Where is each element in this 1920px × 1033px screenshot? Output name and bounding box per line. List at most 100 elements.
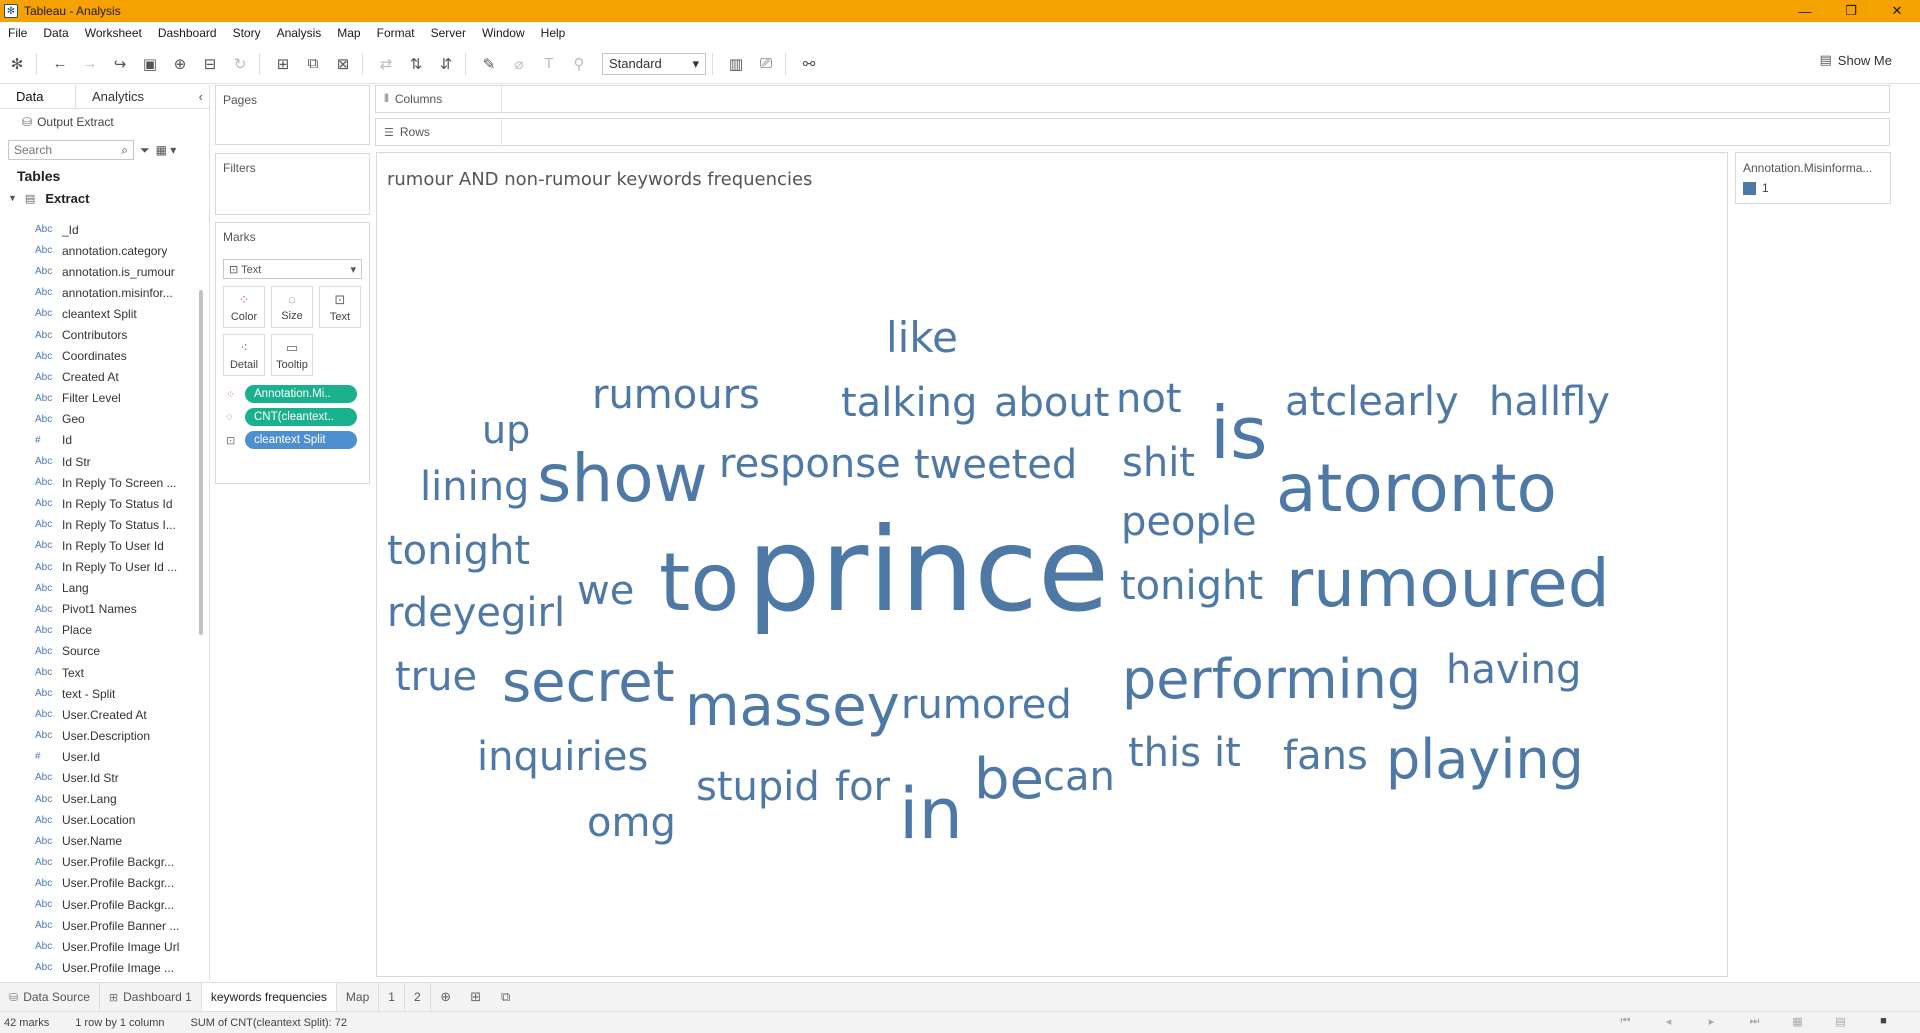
field-item[interactable]: Abc cleantext Split <box>0 303 198 324</box>
close-icon[interactable]: ✕ <box>1874 0 1920 22</box>
tab-dashboard-1[interactable]: ⊞ Dashboard 1 <box>100 982 202 1012</box>
field-item[interactable]: Abc User.Created At <box>0 704 198 725</box>
filter-icon[interactable]: ⏷ <box>140 143 150 158</box>
field-item[interactable]: Abc Id Str <box>0 451 198 472</box>
cloud-word[interactable]: people <box>1121 502 1257 542</box>
new-datasource-icon[interactable]: ⊕ <box>167 51 193 77</box>
field-item[interactable]: Abc In Reply To Status Id <box>0 493 198 514</box>
field-item[interactable]: Abc In Reply To Status I... <box>0 514 198 535</box>
cloud-word[interactable]: it <box>1214 733 1241 773</box>
detail-button[interactable]: ⁖ Detail <box>223 334 265 376</box>
presentation-mode-icon[interactable]: ⎚ <box>753 51 779 77</box>
field-item[interactable]: Abc User.Name <box>0 831 198 852</box>
collapse-pane-icon[interactable]: ‹ <box>199 89 203 104</box>
tab-sheet-2[interactable]: 2 <box>405 982 431 1012</box>
field-item[interactable]: Abc Source <box>0 641 198 662</box>
first-page-icon[interactable]: ⏮ <box>1617 1015 1634 1028</box>
field-item[interactable]: # User.Id <box>0 746 198 767</box>
field-item[interactable]: # Id <box>0 430 198 451</box>
group-members-icon[interactable]: ⌀ <box>506 51 532 77</box>
cloud-word[interactable]: atoronto <box>1276 456 1557 522</box>
prev-page-icon[interactable]: ◂ <box>1660 1015 1677 1028</box>
pages-card[interactable]: Pages <box>215 85 370 145</box>
cloud-word[interactable]: we <box>577 571 634 611</box>
cloud-word[interactable]: for <box>835 767 890 807</box>
sort-ascending-icon[interactable]: ⇅ <box>403 51 429 77</box>
cloud-word[interactable]: tonight <box>387 531 530 571</box>
last-page-icon[interactable]: ⏭ <box>1746 1015 1763 1028</box>
menu-worksheet[interactable]: Worksheet <box>77 26 150 40</box>
mark-type-select[interactable]: ⊡ Text ▾ <box>223 259 362 279</box>
show-me-button[interactable]: ▤ Show Me <box>1820 52 1893 68</box>
color-legend[interactable]: Annotation.Misinforma... 1 <box>1735 152 1891 204</box>
tooltip-button[interactable]: ▭ Tooltip <box>271 334 313 376</box>
new-dashboard-icon[interactable]: ⊞ <box>461 983 491 1012</box>
field-item[interactable]: Abc Contributors <box>0 324 198 345</box>
field-item[interactable]: Abc User.Lang <box>0 789 198 810</box>
cloud-word[interactable]: massey <box>685 679 900 735</box>
field-item[interactable]: Abc User.Description <box>0 725 198 746</box>
cloud-word[interactable]: tweeted <box>914 445 1077 485</box>
cloud-word[interactable]: up <box>482 411 530 449</box>
pause-updates-icon[interactable]: ⊟ <box>197 51 223 77</box>
field-item[interactable]: Abc In Reply To Screen ... <box>0 472 198 493</box>
cloud-word[interactable]: lining <box>420 467 529 507</box>
cloud-word[interactable]: be <box>974 752 1044 808</box>
cloud-word[interactable]: omg <box>587 803 676 843</box>
menu-dashboard[interactable]: Dashboard <box>150 26 225 40</box>
field-item[interactable]: Abc Coordinates <box>0 346 198 367</box>
columns-shelf[interactable]: ⦀ Columns <box>375 85 1890 113</box>
field-item[interactable]: Abc annotation.category <box>0 240 198 261</box>
search-input[interactable] <box>14 143 114 157</box>
field-item[interactable]: Abc annotation.misinfor... <box>0 282 198 303</box>
show-cards-icon[interactable]: ▥ <box>723 51 749 77</box>
field-item[interactable]: Abc User.Profile Backgr... <box>0 894 198 915</box>
cloud-word[interactable]: response <box>719 444 901 484</box>
menu-file[interactable]: File <box>0 26 35 40</box>
cloud-word[interactable]: rumoured <box>1286 551 1610 617</box>
tab-sheet-1[interactable]: 1 <box>379 982 405 1012</box>
minimize-icon[interactable]: — <box>1782 0 1828 22</box>
cloud-word[interactable]: performing <box>1122 653 1421 707</box>
menu-data[interactable]: Data <box>35 26 76 40</box>
sort-descending-icon[interactable]: ⇵ <box>433 51 459 77</box>
color-button[interactable]: ⁘ Color <box>223 286 265 328</box>
share-icon[interactable]: ⚯ <box>796 51 822 77</box>
cloud-word[interactable]: this <box>1128 733 1201 773</box>
cloud-word[interactable]: like <box>886 317 958 359</box>
filters-card[interactable]: Filters <box>215 153 370 215</box>
cloud-word[interactable]: tonight <box>1120 566 1263 606</box>
field-item[interactable]: Abc Text <box>0 662 198 683</box>
show-mark-labels-icon[interactable]: T <box>536 51 562 77</box>
field-item[interactable]: Abc _Id <box>0 219 198 240</box>
field-item[interactable]: Abc User.Id Str <box>0 767 198 788</box>
highlight-icon[interactable]: ✎ <box>476 51 502 77</box>
cloud-word[interactable]: having <box>1446 650 1581 690</box>
field-item[interactable]: Abc User.Location <box>0 810 198 831</box>
field-item[interactable]: Abc annotation.is_rumour <box>0 261 198 282</box>
cloud-word[interactable]: rumours <box>592 375 760 415</box>
redo-icon[interactable]: → <box>77 51 103 77</box>
fit-select[interactable]: Standard ▾ <box>602 52 706 75</box>
sheet-sorter-icon[interactable]: ▦ <box>1789 1015 1806 1028</box>
new-story-icon[interactable]: ⧉ <box>491 983 521 1012</box>
legend-item[interactable]: 1 <box>1736 175 1890 195</box>
save-icon[interactable]: ▣ <box>137 51 163 77</box>
replay-icon[interactable]: ↪ <box>107 51 133 77</box>
worksheet-view[interactable]: rumour AND non-rumour keywords frequenci… <box>376 152 1728 977</box>
tab-data[interactable]: Data <box>0 84 76 109</box>
field-item[interactable]: Abc In Reply To User Id ... <box>0 557 198 578</box>
size-pill[interactable]: CNT(cleantext.. <box>245 408 357 426</box>
field-item[interactable]: Abc Filter Level <box>0 388 198 409</box>
field-item[interactable]: Abc User.Profile Image ... <box>0 957 198 978</box>
cloud-word[interactable]: playing <box>1386 733 1584 787</box>
swap-rows-columns-icon[interactable]: ⇄ <box>373 51 399 77</box>
field-item[interactable]: Abc Lang <box>0 578 198 599</box>
cloud-word[interactable]: rdeyegirl <box>387 593 565 633</box>
data-source-item[interactable]: ⛁ Output Extract <box>0 109 209 135</box>
menu-format[interactable]: Format <box>369 26 423 40</box>
undo-icon[interactable]: ← <box>47 51 73 77</box>
search-box[interactable]: ⌕ <box>8 140 134 160</box>
clear-sheet-icon[interactable]: ⊠ <box>330 51 356 77</box>
cloud-word[interactable]: prince <box>747 513 1109 629</box>
